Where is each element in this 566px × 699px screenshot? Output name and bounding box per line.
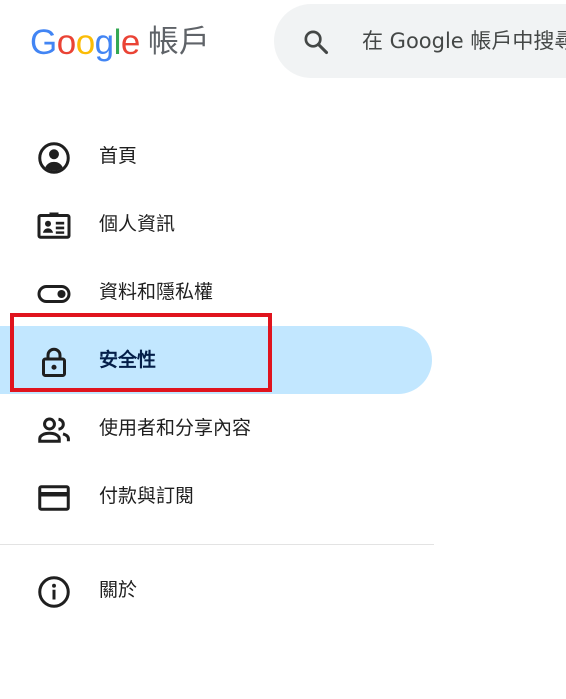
google-account-logo[interactable]: Google 帳戶 xyxy=(30,18,210,66)
nav-label-home: 首頁 xyxy=(99,145,138,167)
nav-item-people-sharing[interactable]: 使用者和分享內容 xyxy=(0,394,432,462)
logo-letter: o xyxy=(56,22,76,62)
logo-letter: o xyxy=(75,22,95,62)
id-card-icon xyxy=(37,212,71,239)
logo-letter: l xyxy=(113,22,122,62)
logo-letter: g xyxy=(94,22,114,62)
lock-icon xyxy=(42,347,66,377)
header: Google 帳戶 xyxy=(0,0,566,90)
nav-label-people-sharing: 使用者和分享內容 xyxy=(99,417,252,439)
nav-item-data-privacy[interactable]: 資料和隱私權 xyxy=(0,258,432,326)
search-input[interactable] xyxy=(362,24,566,58)
google-wordmark: Google xyxy=(30,25,140,60)
search-icon[interactable] xyxy=(302,28,330,56)
nav-item-security[interactable]: 安全性 xyxy=(0,326,432,394)
credit-card-icon xyxy=(38,485,70,511)
nav-item-home[interactable]: 首頁 xyxy=(0,122,432,190)
logo-letter: G xyxy=(30,22,57,62)
nav-label-security: 安全性 xyxy=(99,349,157,371)
nav-divider xyxy=(0,544,434,545)
search-bar[interactable] xyxy=(274,4,566,78)
people-icon xyxy=(38,417,70,443)
account-circle-icon xyxy=(38,142,70,174)
nav-label-data-privacy: 資料和隱私權 xyxy=(99,281,214,303)
product-name: 帳戶 xyxy=(147,23,210,60)
nav-label-payments: 付款與訂閱 xyxy=(99,485,195,507)
nav-item-personal-info[interactable]: 個人資訊 xyxy=(0,190,432,258)
logo-letter: e xyxy=(120,22,140,62)
info-icon xyxy=(38,576,70,608)
google-account-page: Google 帳戶 首頁 xyxy=(0,0,566,699)
nav-label-personal-info: 個人資訊 xyxy=(99,213,176,235)
nav-item-about[interactable]: 關於 xyxy=(0,556,432,624)
nav-item-payments[interactable]: 付款與訂閱 xyxy=(0,462,432,530)
toggle-icon xyxy=(37,285,71,303)
nav-label-about: 關於 xyxy=(99,579,138,601)
